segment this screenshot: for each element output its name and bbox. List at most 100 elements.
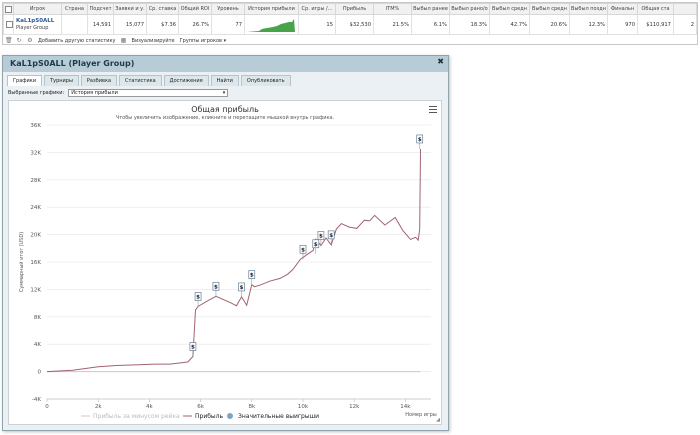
col-player[interactable]: Игрок bbox=[13, 3, 62, 15]
cell-mid1: 42.7% bbox=[489, 14, 530, 35]
x-tick-label: 6k bbox=[197, 404, 204, 410]
col-mid1[interactable]: Выбыл средн bbox=[489, 3, 530, 15]
x-tick-label: 4k bbox=[146, 404, 153, 410]
cell-final: 970 bbox=[607, 14, 638, 35]
cell-profit-history[interactable] bbox=[244, 14, 299, 35]
cell-total: $110,917 bbox=[637, 14, 674, 35]
profit-history-sparkline[interactable] bbox=[247, 18, 295, 32]
col-country[interactable]: Страна bbox=[61, 3, 88, 15]
select-all-checkbox[interactable] bbox=[3, 3, 14, 15]
tab-statistics[interactable]: Статистика bbox=[119, 75, 162, 86]
win-marker-label: $ bbox=[250, 273, 254, 279]
win-marker-label: $ bbox=[319, 234, 323, 240]
win-marker-label: $ bbox=[301, 247, 305, 253]
table-header-row: Игрок Страна Подсчет Заявки и у. Ср. ста… bbox=[3, 3, 697, 15]
player-group-label: Player Group bbox=[16, 24, 49, 31]
player-groups-dropdown[interactable]: Группы игроков ▾ bbox=[180, 38, 227, 44]
x-axis-title: Номер игры bbox=[405, 412, 436, 418]
trash-icon[interactable]: 🗑 bbox=[5, 37, 13, 44]
cell-avg-stake: $7.36 bbox=[146, 14, 179, 35]
col-late[interactable]: Выбыл поздн bbox=[569, 3, 608, 15]
series-line-profit bbox=[46, 148, 421, 373]
y-axis-title: Суммарный итог (USD) bbox=[18, 232, 25, 292]
col-profit[interactable]: Прибыль bbox=[335, 3, 374, 15]
col-final[interactable]: Финальн bbox=[607, 3, 638, 15]
tab-tournaments[interactable]: Турниры bbox=[44, 75, 79, 86]
chart-container[interactable]: -4K 0 4K 8K 12K 16K 20K 24K 28K 32K 36K 0 2k 4k 6k 8k 10… bbox=[8, 100, 442, 425]
win-marker-label: $ bbox=[196, 295, 200, 301]
col-itm[interactable]: ITM% bbox=[373, 3, 412, 15]
cell-profit: $32,530 bbox=[335, 14, 374, 35]
chart-icon: ▦ bbox=[120, 36, 127, 44]
col-early-mid[interactable]: Выбыл рано/о bbox=[449, 3, 490, 15]
col-mid2[interactable]: Выбыл средн bbox=[529, 3, 570, 15]
player-name-link[interactable]: KaL1pS0ALL bbox=[16, 18, 59, 25]
dialog-tabs: Графики Турниры Разбивка Статистика Дост… bbox=[3, 72, 448, 86]
menu-icon[interactable] bbox=[429, 106, 437, 113]
x-tick-label: 10k bbox=[298, 404, 309, 410]
player-cell[interactable]: KaL1pS0ALL Player Group bbox=[13, 14, 62, 35]
y-tick-label: 4K bbox=[34, 342, 41, 348]
legend-item-profit: Прибыль bbox=[195, 413, 223, 420]
col-avg-stake[interactable]: Ср. ставка bbox=[146, 3, 179, 15]
chart-selector-value: История прибыли bbox=[71, 90, 118, 96]
win-marker-label: $ bbox=[191, 345, 195, 351]
stats-panel: Игрок Страна Подсчет Заявки и у. Ср. ста… bbox=[2, 2, 698, 45]
cell-country bbox=[61, 14, 88, 35]
chart-subtitle: Чтобы увеличить изображение, кликните и … bbox=[115, 115, 335, 121]
col-count[interactable]: Подсчет bbox=[87, 3, 114, 15]
chart-selector-label: Выбранные графики: bbox=[8, 90, 65, 96]
win-marker-label: $ bbox=[314, 242, 318, 248]
tab-charts[interactable]: Графики bbox=[7, 75, 43, 86]
legend-item-profit-minus-rake: Прибыль за минусом рейка bbox=[93, 413, 180, 420]
close-icon[interactable]: ✖ bbox=[437, 57, 444, 66]
y-tick-label: 0 bbox=[38, 370, 42, 376]
y-tick-label: 16K bbox=[30, 260, 41, 266]
win-marker-label: $ bbox=[418, 137, 422, 143]
gear-icon[interactable]: ⚙ bbox=[27, 37, 33, 44]
tab-publish[interactable]: Опубликовать bbox=[240, 75, 291, 86]
profit-chart[interactable]: -4K 0 4K 8K 12K 16K 20K 24K 28K 32K 36K 0 2k 4k 6k 8k 10… bbox=[9, 101, 443, 426]
cell-roi: 26.7% bbox=[178, 14, 212, 35]
chevron-down-icon: ▾ bbox=[222, 90, 226, 96]
col-roi[interactable]: Общий ROI bbox=[178, 3, 212, 15]
col-profit-history[interactable]: История прибыли bbox=[244, 3, 299, 15]
tab-find[interactable]: Найти bbox=[210, 75, 239, 86]
x-tick-label: 14k bbox=[400, 404, 411, 410]
cell-extra: 2 bbox=[673, 14, 697, 35]
col-level[interactable]: Уровень bbox=[211, 3, 245, 15]
player-groups-label: Группы игроков bbox=[179, 37, 223, 44]
x-tick-label: 0 bbox=[45, 404, 49, 410]
row-checkbox[interactable] bbox=[3, 14, 14, 35]
table-row[interactable]: KaL1pS0ALL Player Group 14,591 15,077 $7… bbox=[3, 14, 697, 35]
dialog-title[interactable]: KaL1pS0ALL (Player Group) bbox=[3, 56, 448, 72]
y-tick-label: 20K bbox=[30, 233, 41, 239]
tab-achievements[interactable]: Достижения bbox=[163, 75, 209, 86]
col-entries[interactable]: Заявки и у. bbox=[113, 3, 147, 15]
add-stats-button[interactable]: Добавить другую статистику bbox=[38, 38, 116, 44]
cell-mid2: 20.6% bbox=[529, 14, 570, 35]
player-dialog: KaL1pS0ALL (Player Group) ✖ Графики Турн… bbox=[2, 55, 449, 431]
visualize-button[interactable]: Визуализируйте bbox=[132, 38, 175, 44]
col-extra bbox=[673, 3, 697, 15]
refresh-icon[interactable]: ↻ bbox=[16, 37, 22, 44]
cell-itm: 21.5% bbox=[373, 14, 412, 35]
win-marker-label: $ bbox=[329, 233, 333, 239]
y-tick-label: 28K bbox=[30, 178, 41, 184]
cell-early-mid: 18.3% bbox=[449, 14, 490, 35]
win-marker-label: $ bbox=[214, 284, 218, 290]
x-tick-label: 8k bbox=[248, 404, 255, 410]
app-root: Игрок Страна Подсчет Заявки и у. Ср. ста… bbox=[0, 0, 700, 435]
chart-selector[interactable]: История прибыли ▾ bbox=[68, 89, 229, 97]
col-total[interactable]: Общая ста bbox=[637, 3, 674, 15]
chart-selector-row: Выбранные графики: История прибыли ▾ bbox=[8, 89, 229, 97]
stats-table: Игрок Страна Подсчет Заявки и у. Ср. ста… bbox=[3, 3, 697, 35]
tab-breakdown[interactable]: Разбивка bbox=[80, 75, 118, 86]
col-early[interactable]: Выбыл ранее bbox=[411, 3, 450, 15]
y-tick-label: 12K bbox=[30, 287, 41, 293]
col-avg-games[interactable]: Ср. игры /... bbox=[298, 3, 336, 15]
resize-grip-icon[interactable]: ◢ bbox=[436, 417, 440, 423]
cell-level: 77 bbox=[211, 14, 245, 35]
chevron-down-icon: ▾ bbox=[223, 37, 227, 44]
x-tick-label: 2k bbox=[95, 404, 102, 410]
